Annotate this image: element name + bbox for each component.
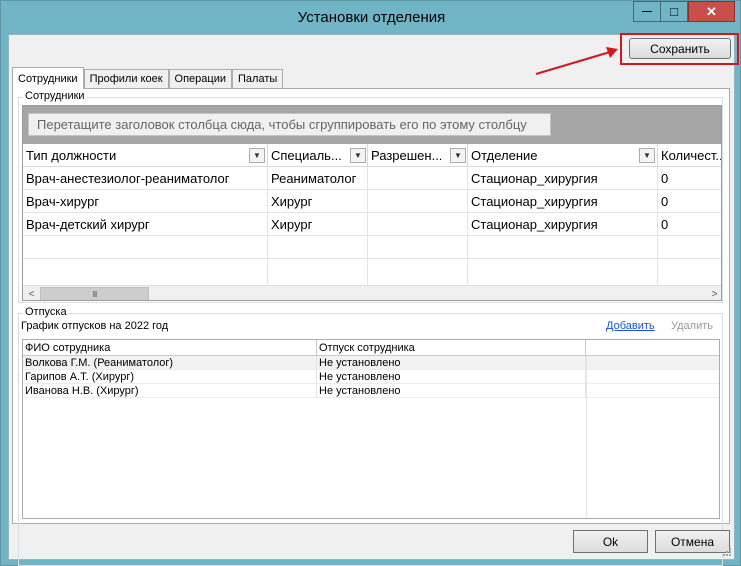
column-header-label: Специаль... (271, 148, 342, 163)
cancel-button[interactable]: Отмена (655, 530, 730, 553)
group-by-panel[interactable]: Перетащите заголовок столбца сюда, чтобы… (23, 106, 721, 144)
filter-dropdown-icon[interactable]: ▼ (249, 148, 265, 163)
dialog-client-area: Сохранить Сотрудники Профили коек Операц… (8, 33, 739, 566)
table-cell: Хирург (268, 190, 368, 213)
vacations-groupbox: Отпуска График отпусков на 2022 год Доба… (18, 306, 723, 566)
scroll-left-icon[interactable]: < (23, 286, 40, 300)
column-header-vacation[interactable]: Отпуск сотрудника (317, 340, 586, 356)
group-by-hint: Перетащите заголовок столбца сюда, чтобы… (28, 113, 551, 136)
employees-group-label: Сотрудники (23, 90, 87, 102)
column-header-label: Разрешен... (371, 148, 443, 163)
table-cell: Стационар_хирургия (468, 190, 658, 213)
annotation-arrow-icon (535, 47, 618, 75)
table-cell (268, 236, 368, 259)
minimize-button[interactable]: — (633, 1, 660, 22)
table-cell (368, 259, 468, 285)
scroll-thumb[interactable]: III (40, 287, 149, 300)
vacation-status: Не установлено (317, 356, 586, 370)
tab-bed-profiles[interactable]: Профили коек (83, 69, 169, 88)
employee-name: Иванова Н.В. (Хирург) (23, 384, 317, 398)
vacations-table: ФИО сотрудника Отпуск сотрудника Волкова… (22, 339, 720, 519)
table-row[interactable]: Врач-хирург Хирург Стационар_хирургия 0 (23, 190, 721, 213)
table-cell: Стационар_хирургия (468, 213, 658, 236)
table-cell (23, 236, 268, 259)
resize-grip-icon[interactable] (722, 547, 732, 557)
employee-name: Гарипов А.Т. (Хирург) (23, 370, 317, 384)
table-cell: 0 (661, 194, 669, 209)
window-title: Установки отделения (297, 9, 446, 26)
ok-button[interactable]: Ok (573, 530, 648, 553)
vacations-group-label: Отпуска (23, 306, 69, 318)
table-cell: 0 (661, 217, 669, 232)
column-header-employee-name[interactable]: ФИО сотрудника (23, 340, 317, 356)
table-row-empty (23, 259, 721, 285)
column-header-label: Тип должности (26, 148, 117, 163)
filter-dropdown-icon[interactable]: ▼ (450, 148, 466, 163)
column-header-label: Отделение (471, 148, 538, 163)
table-cell (468, 259, 658, 285)
tab-wards[interactable]: Палаты (232, 69, 284, 88)
table-row[interactable]: Врач-детский хирург Хирург Стационар_хир… (23, 213, 721, 236)
vacations-table-header: ФИО сотрудника Отпуск сотрудника (23, 340, 719, 356)
table-row[interactable]: Врач-анестезиолог-реаниматолог Реанимато… (23, 167, 721, 190)
table-cell: Реаниматолог (268, 167, 368, 190)
table-cell (368, 167, 468, 190)
save-button[interactable]: Сохранить (629, 38, 731, 59)
horizontal-scrollbar[interactable]: < III > (23, 285, 721, 300)
column-header-department[interactable]: Отделение (468, 144, 658, 167)
column-header-label: Количест... (661, 148, 722, 163)
maximize-button[interactable]: □ (660, 1, 688, 22)
tab-strip: Сотрудники Профили коек Операции Палаты (12, 67, 284, 89)
filter-dropdown-icon[interactable]: ▼ (350, 148, 366, 163)
list-item[interactable]: Гарипов А.Т. (Хирург) Не установлено (23, 370, 719, 384)
table-cell: Врач-хирург (23, 190, 268, 213)
vacation-status: Не установлено (317, 384, 586, 398)
table-cell: Врач-детский хирург (23, 213, 268, 236)
table-cell (23, 259, 268, 285)
close-icon: ✕ (706, 3, 717, 19)
grid-header: Тип должности ▼ Специаль... ▼ Разрешен..… (23, 144, 722, 167)
scroll-right-icon[interactable]: > (706, 286, 721, 300)
minimize-icon: — (642, 6, 652, 17)
table-cell (368, 190, 468, 213)
table-cell (468, 236, 658, 259)
maximize-icon: □ (670, 4, 678, 19)
list-item[interactable]: Волкова Г.М. (Реаниматолог) Не установле… (23, 356, 719, 370)
tab-operations[interactable]: Операции (168, 69, 233, 88)
dialog-window: Установки отделения — □ ✕ Сохранить Сотр… (0, 0, 741, 566)
column-header-count[interactable]: Количест... (658, 144, 722, 167)
close-button[interactable]: ✕ (688, 1, 735, 22)
vacation-status: Не установлено (317, 370, 586, 384)
table-cell (368, 213, 468, 236)
table-cell: Врач-анестезиолог-реаниматолог (23, 167, 268, 190)
table-cell: Стационар_хирургия (468, 167, 658, 190)
table-cell (268, 259, 368, 285)
tab-employees[interactable]: Сотрудники (12, 67, 84, 89)
tab-panel-employees: Сотрудники Перетащите заголовок столбца … (12, 88, 730, 566)
vacation-schedule-title: График отпусков на 2022 год (21, 320, 169, 332)
title-bar[interactable]: Установки отделения — □ ✕ (1, 1, 741, 35)
employees-groupbox: Сотрудники Перетащите заголовок столбца … (18, 90, 723, 303)
column-divider (586, 356, 587, 518)
list-item[interactable]: Иванова Н.В. (Хирург) Не установлено (23, 384, 719, 398)
table-cell: 0 (661, 171, 669, 186)
employee-name: Волкова Г.М. (Реаниматолог) (23, 356, 317, 370)
delete-link[interactable]: Удалить (671, 320, 713, 332)
table-cell: Хирург (268, 213, 368, 236)
employees-grid: Перетащите заголовок столбца сюда, чтобы… (22, 105, 722, 301)
filter-dropdown-icon[interactable]: ▼ (639, 148, 655, 163)
column-header-position-type[interactable]: Тип должности (23, 144, 268, 167)
add-link[interactable]: Добавить (606, 320, 655, 332)
table-row-empty (23, 236, 721, 259)
table-cell (368, 236, 468, 259)
